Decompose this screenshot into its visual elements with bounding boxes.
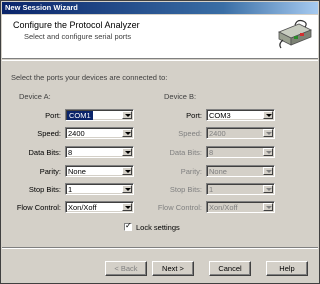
device-a-databits-select[interactable]: 8 bbox=[65, 146, 134, 158]
device-b-speed-value: 2400 bbox=[209, 129, 226, 138]
device-b-port-label: Port: bbox=[186, 111, 202, 120]
cancel-button[interactable]: Cancel bbox=[209, 261, 251, 276]
dropdown-arrow-icon bbox=[263, 167, 273, 175]
device-a-port-select[interactable]: COM1 bbox=[65, 109, 134, 121]
device-b-flowcontrol-label: Flow Control: bbox=[157, 203, 202, 212]
device-a-parity-value: None bbox=[68, 167, 86, 176]
dropdown-arrow-icon[interactable] bbox=[263, 111, 273, 119]
dropdown-arrow-icon[interactable] bbox=[122, 129, 132, 137]
dropdown-arrow-icon[interactable] bbox=[122, 185, 132, 193]
device-a-speed-label: Speed: bbox=[37, 129, 61, 138]
header-divider bbox=[2, 60, 318, 61]
wizard-header: Configure the Protocol Analyzer Select a… bbox=[2, 15, 318, 59]
dropdown-arrow-icon[interactable] bbox=[122, 203, 132, 211]
device-b-parity-label: Parity: bbox=[180, 167, 202, 176]
device-a-databits-value: 8 bbox=[68, 148, 73, 157]
device-a-speed-value: 2400 bbox=[68, 129, 85, 138]
dropdown-arrow-icon bbox=[263, 129, 273, 137]
dropdown-arrow-icon bbox=[263, 185, 273, 193]
device-b-databits-label: Data Bits: bbox=[169, 148, 202, 157]
device-a-stopbits-label: Stop Bits: bbox=[28, 185, 61, 194]
device-a-parity-select[interactable]: None bbox=[65, 165, 134, 177]
device-b-speed-label: Speed: bbox=[178, 129, 202, 138]
device-b-stopbits-select: 1 bbox=[206, 183, 275, 195]
device-b-speed-select: 2400 bbox=[206, 127, 275, 139]
dropdown-arrow-icon[interactable] bbox=[122, 148, 132, 156]
instruction-text: Select the ports your devices are connec… bbox=[11, 73, 168, 82]
dropdown-arrow-icon[interactable] bbox=[122, 167, 132, 175]
header-subtitle: Select and configure serial ports bbox=[24, 32, 132, 41]
device-a-databits-label: Data Bits: bbox=[28, 148, 61, 157]
device-b-flowcontrol-select: Xon/Xoff bbox=[206, 201, 275, 213]
lock-settings-label[interactable]: Lock settings bbox=[136, 223, 180, 232]
device-a-flowcontrol-label: Flow Control: bbox=[16, 203, 61, 212]
checkmark-icon: ✓ bbox=[125, 221, 132, 230]
wizard-window: New Session Wizard Configure the Protoco… bbox=[0, 0, 320, 284]
device-b-parity-select: None bbox=[206, 165, 275, 177]
help-button[interactable]: Help bbox=[266, 261, 308, 276]
device-b-label: Device B: bbox=[164, 92, 197, 101]
device-a-stopbits-select[interactable]: 1 bbox=[65, 183, 134, 195]
device-b-port-value: COM3 bbox=[209, 111, 231, 120]
device-b-databits-select: 8 bbox=[206, 146, 275, 158]
device-a-port-label: Port: bbox=[45, 111, 61, 120]
device-a-label: Device A: bbox=[19, 92, 51, 101]
dropdown-arrow-icon bbox=[263, 203, 273, 211]
device-b-databits-value: 8 bbox=[209, 148, 214, 157]
next-button[interactable]: Next > bbox=[152, 261, 194, 276]
footer-divider bbox=[2, 247, 318, 249]
back-button[interactable]: < Back bbox=[105, 261, 147, 276]
dropdown-arrow-icon[interactable] bbox=[122, 111, 132, 119]
device-b-flowcontrol-value: Xon/Xoff bbox=[209, 203, 238, 212]
header-title: Configure the Protocol Analyzer bbox=[13, 20, 140, 30]
device-b-stopbits-label: Stop Bits: bbox=[169, 185, 202, 194]
device-a-stopbits-value: 1 bbox=[68, 185, 73, 194]
dropdown-arrow-icon bbox=[263, 148, 273, 156]
device-b-port-select[interactable]: COM3 bbox=[206, 109, 275, 121]
device-a-flowcontrol-select[interactable]: Xon/Xoff bbox=[65, 201, 134, 213]
device-b-stopbits-value: 1 bbox=[209, 185, 214, 194]
device-b-parity-value: None bbox=[209, 167, 227, 176]
serial-device-icon bbox=[278, 19, 312, 49]
device-a-speed-select[interactable]: 2400 bbox=[65, 127, 134, 139]
device-a-flowcontrol-value: Xon/Xoff bbox=[68, 203, 97, 212]
device-a-port-value: COM1 bbox=[67, 111, 93, 120]
lock-settings-checkbox[interactable]: ✓ bbox=[124, 221, 132, 231]
window-title: New Session Wizard bbox=[2, 2, 318, 14]
device-a-parity-label: Parity: bbox=[39, 167, 61, 176]
